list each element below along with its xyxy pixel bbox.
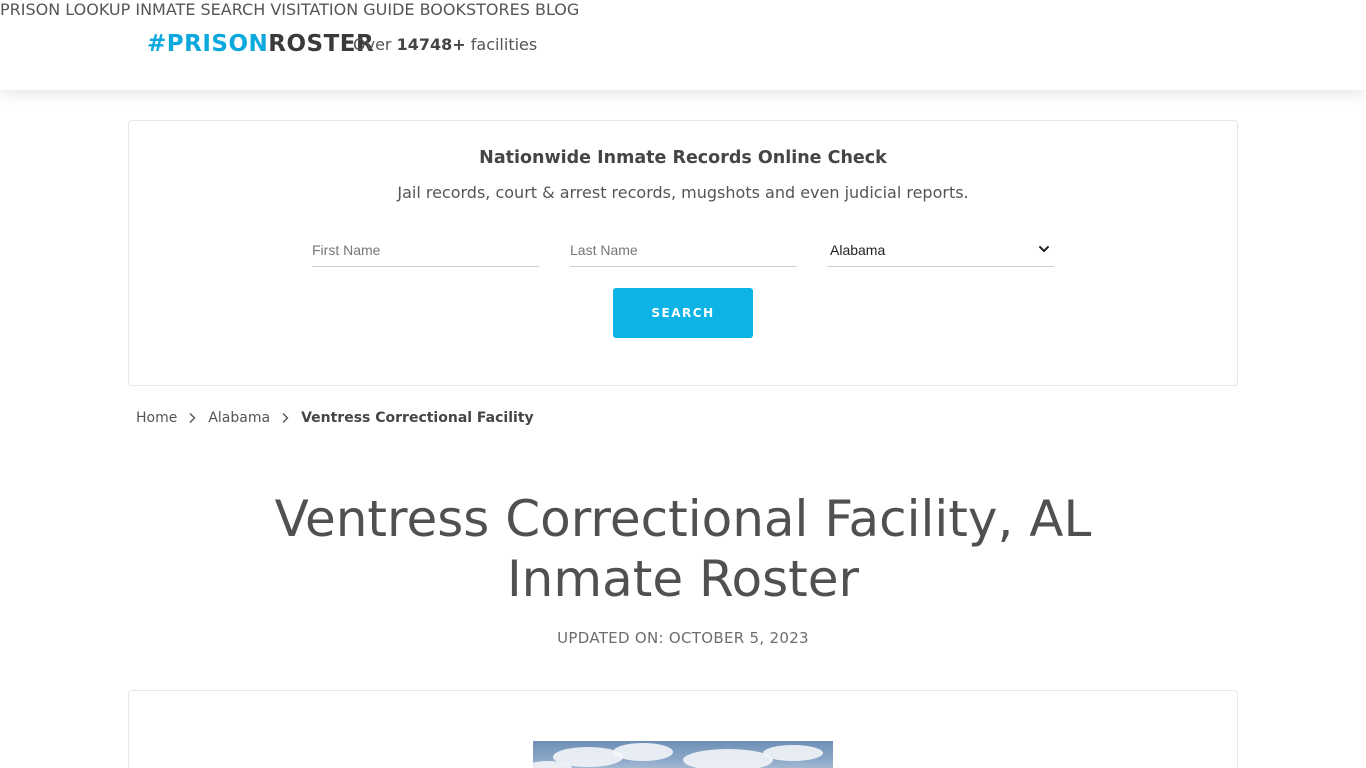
breadcrumb-state[interactable]: Alabama	[208, 410, 270, 426]
state-select-value: Alabama	[830, 241, 886, 258]
page-title-line1: Ventress Correctional Facility, AL	[274, 490, 1092, 548]
last-name-input[interactable]	[570, 233, 797, 267]
nav-visitation-guide[interactable]: VISITATION GUIDE	[270, 0, 414, 19]
facility-count-suffix: facilities	[470, 35, 538, 54]
site-header: # PRISON ROSTER Over 14748+ facilities P…	[0, 0, 1366, 90]
nav-prison-lookup[interactable]: PRISON LOOKUP	[0, 0, 130, 19]
search-card-title: Nationwide Inmate Records Online Check	[479, 148, 887, 168]
updated-date: UPDATED ON: OCTOBER 5, 2023	[557, 629, 809, 647]
chevron-down-icon	[1039, 246, 1049, 252]
breadcrumb: Home Alabama Ventress Correctional Facil…	[136, 408, 534, 428]
facility-count-number: 14748+	[396, 35, 466, 54]
search-button[interactable]: SEARCH	[613, 288, 753, 338]
first-name-input[interactable]	[312, 233, 539, 267]
chevron-right-icon	[282, 413, 289, 423]
nav-bookstores[interactable]: BOOKSTORES	[420, 0, 530, 19]
breadcrumb-current: Ventress Correctional Facility	[301, 410, 534, 426]
search-card-subtitle: Jail records, court & arrest records, mu…	[397, 183, 969, 202]
nav-blog[interactable]: BLOG	[535, 0, 579, 19]
main-nav: PRISON LOOKUP INMATE SEARCH VISITATION G…	[0, 0, 1366, 19]
facility-count: Over 14748+ facilities	[353, 35, 537, 54]
site-logo[interactable]: # PRISON ROSTER	[147, 29, 374, 59]
breadcrumb-home[interactable]: Home	[136, 410, 177, 426]
facility-photo	[533, 741, 833, 768]
logo-hash: #	[147, 31, 167, 57]
facility-content-card	[128, 690, 1238, 768]
chevron-right-icon	[189, 413, 196, 423]
state-select[interactable]: Alabama	[827, 233, 1054, 267]
page-title: Ventress Correctional Facility, AL Inmat…	[183, 489, 1183, 609]
facility-count-prefix: Over	[353, 35, 392, 54]
logo-prison: PRISON	[166, 31, 269, 57]
page-title-line2: Inmate Roster	[506, 550, 860, 608]
inmate-search-card: Nationwide Inmate Records Online Check J…	[128, 120, 1238, 386]
nav-inmate-search[interactable]: INMATE SEARCH	[135, 0, 265, 19]
